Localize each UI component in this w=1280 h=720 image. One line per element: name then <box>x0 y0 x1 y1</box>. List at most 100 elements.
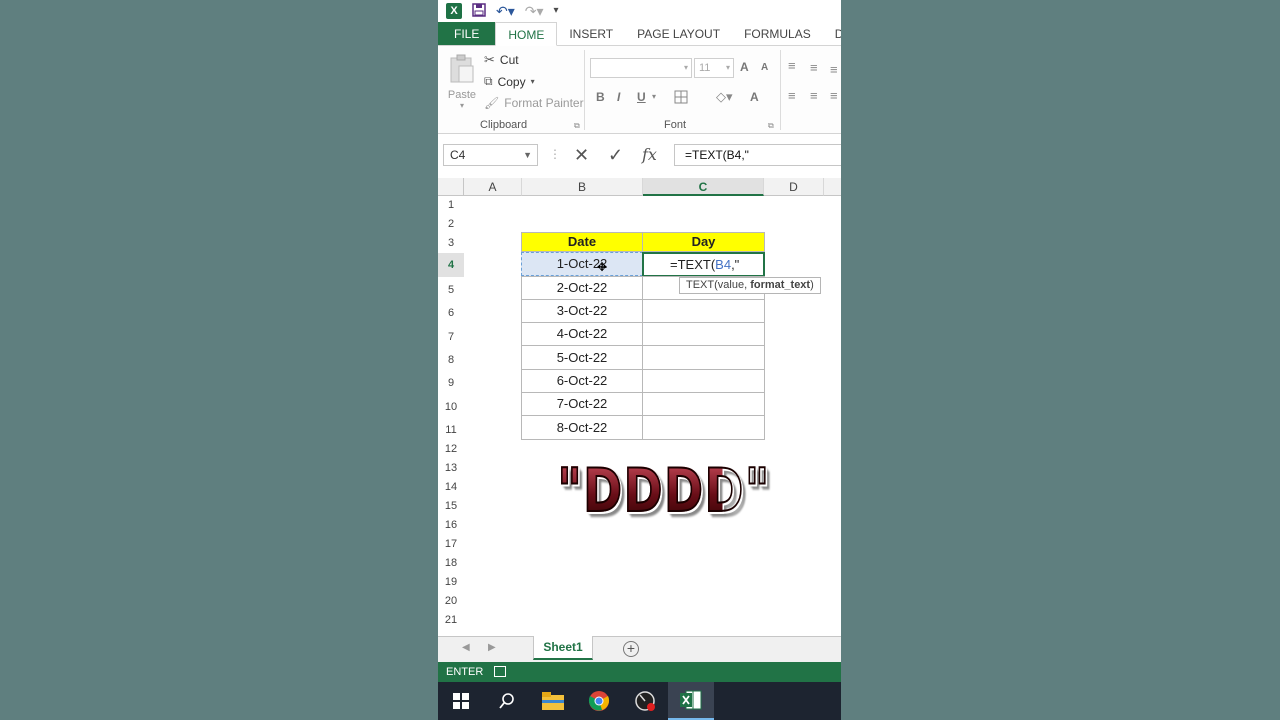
underline-button[interactable]: U <box>637 90 646 104</box>
row-header[interactable]: 2 <box>438 215 464 234</box>
sheet-prev-icon[interactable]: ◀ <box>462 642 470 653</box>
sheet-tab-sheet1[interactable]: Sheet1 <box>533 636 593 660</box>
row-header[interactable]: 7 <box>438 323 464 347</box>
font-color-button[interactable]: A <box>750 90 759 104</box>
tab-page-layout[interactable]: PAGE LAYOUT <box>625 22 732 45</box>
macro-record-icon[interactable] <box>494 666 506 677</box>
date-cell[interactable]: 1-Oct-22 <box>521 252 643 276</box>
row-header[interactable]: 13 <box>438 459 464 478</box>
font-size-combo[interactable]: 11 ▾ <box>694 58 734 78</box>
row-header[interactable]: 5 <box>438 277 464 300</box>
column-header-b[interactable]: B <box>522 178 643 196</box>
bold-button[interactable]: B <box>596 90 605 104</box>
tab-insert[interactable]: INSERT <box>557 22 625 45</box>
row-header[interactable]: 14 <box>438 478 464 497</box>
italic-button[interactable]: I <box>617 90 620 104</box>
sheet-next-icon[interactable]: ▶ <box>488 642 496 653</box>
align-right-icon[interactable]: ≡ <box>830 88 838 103</box>
align-left-icon[interactable]: ≡ <box>788 88 796 103</box>
day-cell[interactable] <box>642 415 765 440</box>
copy-dropdown-icon[interactable]: ▾ <box>531 77 535 86</box>
align-center-icon[interactable]: ≡ <box>810 88 818 103</box>
chrome-icon[interactable] <box>576 682 622 720</box>
borders-icon[interactable] <box>674 90 688 109</box>
format-painter-button[interactable]: 🖌 Format Painter <box>484 96 584 110</box>
select-all-corner[interactable] <box>438 178 464 196</box>
tab-file[interactable]: FILE <box>438 22 496 45</box>
redo-icon[interactable]: ↷▾ <box>525 3 544 19</box>
align-bottom-icon[interactable]: ≡ <box>830 62 838 77</box>
row-header[interactable]: 11 <box>438 417 464 440</box>
day-cell[interactable] <box>642 299 765 323</box>
column-header-c[interactable]: C <box>643 178 764 196</box>
row-header[interactable]: 20 <box>438 592 464 611</box>
underline-dropdown-icon[interactable]: ▾ <box>652 92 656 101</box>
windows-start-icon[interactable] <box>438 682 484 720</box>
header-cell-day[interactable]: Day <box>642 232 765 252</box>
day-cell[interactable] <box>642 322 765 346</box>
date-cell[interactable]: 5-Oct-22 <box>521 345 643 370</box>
date-cell[interactable]: 2-Oct-22 <box>521 276 643 300</box>
add-sheet-icon[interactable]: + <box>623 641 639 657</box>
grow-font-button[interactable]: A <box>740 60 749 74</box>
font-name-combo[interactable]: ▾ <box>590 58 692 78</box>
date-cell[interactable]: 8-Oct-22 <box>521 415 643 440</box>
column-header-e[interactable] <box>824 178 841 196</box>
excel-logo-icon: X <box>446 3 462 19</box>
undo-icon[interactable]: ↶▾ <box>496 3 515 19</box>
font-launcher-icon[interactable]: ⧉ <box>768 121 774 131</box>
row-header[interactable]: 15 <box>438 497 464 516</box>
row-header[interactable]: 12 <box>438 440 464 459</box>
row-header[interactable]: 6 <box>438 300 464 323</box>
row-header[interactable]: 16 <box>438 516 464 535</box>
date-cell[interactable]: 3-Oct-22 <box>521 299 643 323</box>
date-cell[interactable]: 7-Oct-22 <box>521 392 643 416</box>
worksheet-grid: A B C D 1 2 3 4 5 6 7 8 9 10 11 12 13 14… <box>438 176 841 636</box>
cancel-icon[interactable]: ✕ <box>574 145 589 165</box>
dddd-overlay-text: "DDDD" <box>557 455 771 527</box>
tab-data[interactable]: DATA <box>823 22 841 45</box>
date-cell[interactable]: 6-Oct-22 <box>521 369 643 393</box>
align-middle-icon[interactable]: ≡ <box>810 60 818 75</box>
row-header[interactable]: 18 <box>438 554 464 573</box>
row-header[interactable]: 19 <box>438 573 464 592</box>
row-header[interactable]: 3 <box>438 234 464 253</box>
day-cell[interactable] <box>642 369 765 393</box>
day-cell-editing[interactable]: =TEXT(B4," <box>642 252 765 277</box>
copy-icon: ⧉ <box>484 74 493 88</box>
header-cell-date[interactable]: Date <box>521 232 643 252</box>
day-cell[interactable] <box>642 345 765 370</box>
enter-icon[interactable]: ✓ <box>608 145 623 165</box>
column-header-a[interactable]: A <box>464 178 522 196</box>
row-header[interactable]: 4 <box>438 253 464 277</box>
file-explorer-icon[interactable] <box>530 682 576 720</box>
row-header[interactable]: 21 <box>438 611 464 630</box>
cut-button[interactable]: ✂ Cut <box>484 52 519 68</box>
align-top-icon[interactable]: ≡ <box>788 58 796 73</box>
chevron-down-icon[interactable]: ▼ <box>523 145 532 165</box>
shrink-font-button[interactable]: A <box>761 62 768 73</box>
row-header[interactable]: 8 <box>438 347 464 370</box>
name-box[interactable]: C4 ▼ <box>443 144 538 166</box>
fill-color-icon[interactable]: ◇▾ <box>716 89 733 105</box>
excel-icon[interactable] <box>668 682 714 720</box>
row-header[interactable]: 17 <box>438 535 464 554</box>
search-icon[interactable] <box>484 682 530 720</box>
day-cell[interactable] <box>642 392 765 416</box>
screen-recorder-icon[interactable] <box>622 682 668 720</box>
row-header[interactable]: 1 <box>438 196 464 215</box>
row-header[interactable]: 10 <box>438 393 464 417</box>
tab-home[interactable]: HOME <box>495 22 558 46</box>
customize-qat-icon[interactable]: ▾ <box>554 3 559 19</box>
copy-button[interactable]: ⧉ Copy ▾ <box>484 74 535 89</box>
tab-formulas[interactable]: FORMULAS <box>732 22 823 45</box>
insert-function-button[interactable]: fx <box>642 145 657 165</box>
paste-button[interactable]: Paste ▾ <box>446 54 478 110</box>
clipboard-launcher-icon[interactable]: ⧉ <box>574 121 580 131</box>
column-header-d[interactable]: D <box>764 178 824 196</box>
save-icon[interactable] <box>472 2 486 20</box>
row-header[interactable]: 9 <box>438 370 464 393</box>
paste-dropdown-icon[interactable]: ▾ <box>446 101 478 110</box>
formula-input[interactable]: =TEXT(B4," <box>674 144 841 166</box>
date-cell[interactable]: 4-Oct-22 <box>521 322 643 346</box>
